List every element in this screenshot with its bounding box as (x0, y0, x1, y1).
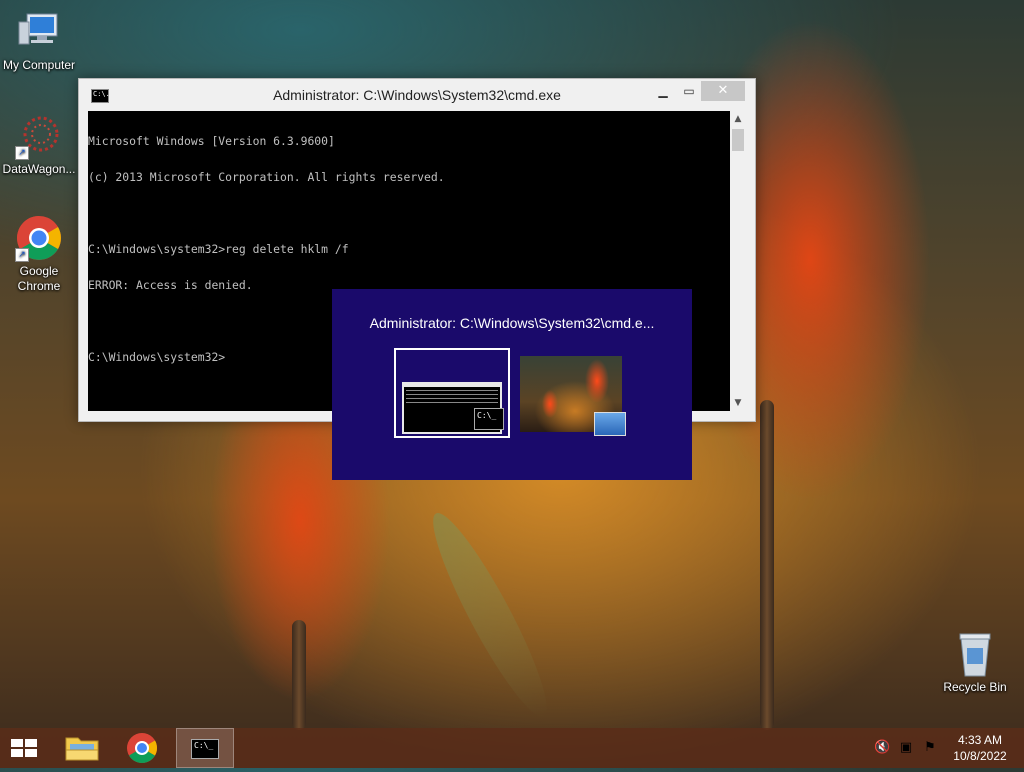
minimize-button[interactable]: ▁ (653, 81, 673, 101)
scroll-down-arrow-icon[interactable]: ▼ (730, 395, 746, 411)
cmd-title-bar[interactable]: C:\. Administrator: C:\Windows\System32\… (79, 79, 755, 111)
scroll-thumb[interactable] (732, 129, 744, 151)
console-line: (c) 2013 Microsoft Corporation. All righ… (88, 170, 445, 184)
minimize-icon: ▁ (658, 84, 668, 98)
clock-time: 4:33 AM (957, 733, 1003, 747)
desktop-icon-label: My Computer (2, 58, 76, 72)
desktop-icon-label: Google Chrome (17, 264, 61, 293)
desktop-icon (594, 412, 626, 436)
switcher-title: Administrator: C:\Windows\System32\cmd.e… (369, 315, 655, 331)
clock-date: 10/8/2022 (953, 749, 1007, 763)
folder-icon (65, 737, 99, 761)
start-button[interactable] (0, 728, 48, 768)
volume-muted-icon[interactable]: 🔇 (874, 740, 890, 756)
datawagon-icon: ↗ (15, 112, 63, 160)
shortcut-arrow-icon: ↗ (15, 146, 29, 160)
close-button[interactable]: ✕ (701, 81, 745, 101)
taskbar: C:\_ 🔇 ▣ ⚑ 4:33 AM 10/8/2022 (0, 728, 1024, 768)
taskbar-cmd[interactable]: C:\_ (176, 728, 234, 768)
maximize-icon: ▭ (683, 84, 695, 98)
wallpaper-leaf (418, 504, 562, 726)
close-icon: ✕ (717, 83, 729, 98)
computer-icon (15, 8, 63, 56)
vertical-scrollbar[interactable]: ▲ ▼ (730, 111, 746, 411)
wallpaper-stem (760, 400, 774, 730)
desktop-icon-google-chrome[interactable]: ↗ Google Chrome (0, 214, 78, 294)
desktop-icon-datawagon[interactable]: ↗ DataWagon... (0, 112, 78, 177)
taskbar-file-explorer[interactable] (60, 728, 104, 768)
cmd-icon: C:\_ (191, 739, 219, 759)
shortcut-arrow-icon: ↗ (15, 248, 29, 262)
desktop-icon-label: DataWagon... (2, 162, 76, 176)
cmd-icon: C:\_ (474, 408, 504, 430)
desktop-icon-my-computer[interactable]: My Computer (0, 8, 78, 73)
task-switcher: Administrator: C:\Windows\System32\cmd.e… (332, 289, 692, 480)
switcher-thumbnail-desktop[interactable] (520, 356, 626, 436)
wallpaper-stem (292, 620, 306, 730)
network-icon[interactable]: ▣ (898, 740, 914, 756)
console-line: C:\Windows\system32>reg delete hklm /f (88, 242, 349, 256)
chrome-icon (127, 733, 158, 764)
desktop-icon-label: Recycle Bin (943, 680, 1007, 694)
desktop-icon-recycle-bin[interactable]: Recycle Bin (936, 630, 1014, 695)
system-clock[interactable]: 4:33 AM 10/8/2022 (940, 732, 1020, 764)
action-center-flag-icon[interactable]: ⚑ (922, 740, 938, 756)
switcher-thumbnail-cmd[interactable]: C:\_ (394, 348, 510, 438)
recycle-bin-icon (951, 630, 999, 678)
taskbar-chrome[interactable] (120, 728, 164, 768)
console-line: Microsoft Windows [Version 6.3.9600] (88, 134, 335, 148)
windows-logo-icon (11, 739, 37, 757)
scroll-up-arrow-icon[interactable]: ▲ (730, 111, 746, 127)
chrome-icon: ↗ (15, 214, 63, 262)
maximize-button[interactable]: ▭ (679, 81, 699, 101)
